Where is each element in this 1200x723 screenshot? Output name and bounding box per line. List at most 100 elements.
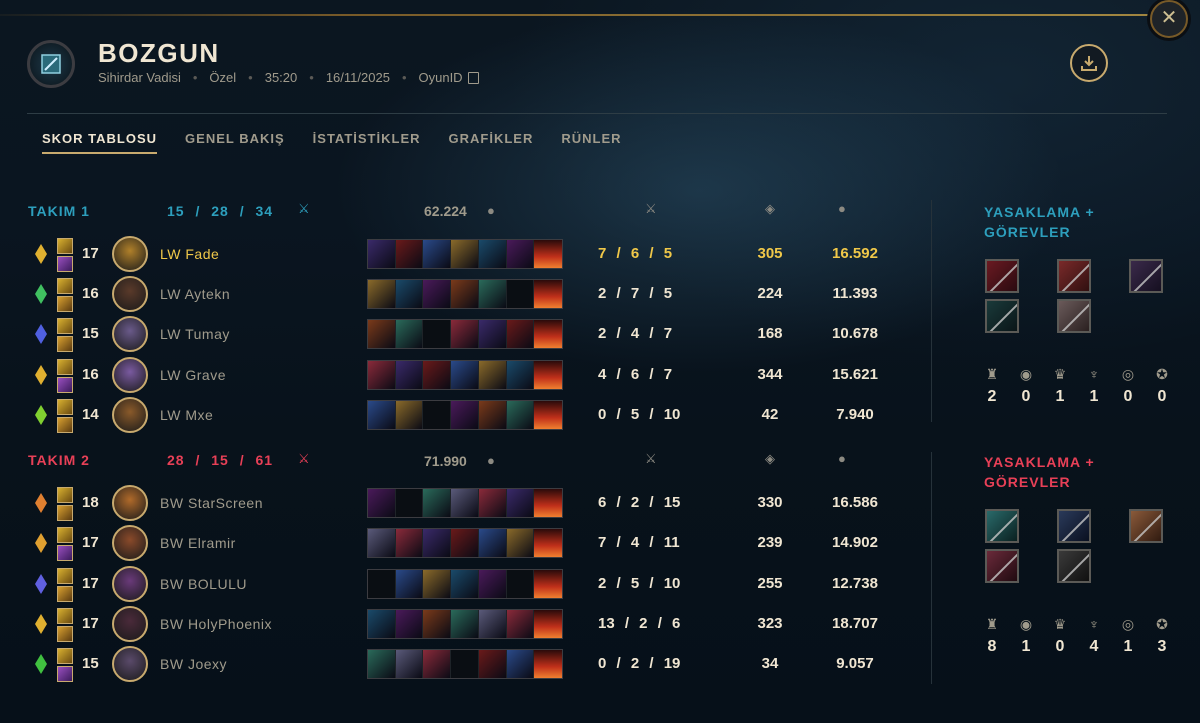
- item-icon[interactable]: [423, 240, 452, 268]
- player-name[interactable]: LW Mxe: [160, 407, 213, 423]
- player-name[interactable]: BW StarScreen: [160, 495, 263, 511]
- item-icon[interactable]: [395, 361, 424, 389]
- item-icon[interactable]: [451, 401, 479, 429]
- trinket-item-icon[interactable]: [534, 650, 563, 678]
- player-row[interactable]: 16 LW Grave 4 / 6 / 7 344 15.621: [0, 356, 930, 394]
- item-icon[interactable]: [478, 361, 507, 389]
- item-icon[interactable]: [395, 529, 424, 557]
- item-icon[interactable]: [368, 240, 396, 268]
- item-icon[interactable]: [368, 320, 396, 348]
- player-name[interactable]: BW HolyPhoenix: [160, 616, 272, 632]
- download-button[interactable]: [1070, 44, 1108, 82]
- item-icon[interactable]: [506, 401, 535, 429]
- item-icon[interactable]: [478, 489, 507, 517]
- item-icon[interactable]: [478, 240, 507, 268]
- player-row[interactable]: 14 LW Mxe 0 / 5 / 10 42 7.940: [0, 396, 930, 434]
- item-icon[interactable]: [423, 280, 452, 308]
- champion-portrait[interactable]: [112, 646, 148, 682]
- trinket-item-icon[interactable]: [534, 280, 563, 308]
- close-button[interactable]: ✕: [1150, 0, 1188, 38]
- trinket-item-icon[interactable]: [534, 529, 563, 557]
- item-icon[interactable]: [395, 570, 424, 598]
- tab-overview[interactable]: GENEL BAKIŞ: [185, 131, 285, 154]
- trinket-item-icon[interactable]: [534, 240, 563, 268]
- item-icon[interactable]: [368, 650, 396, 678]
- item-icon[interactable]: [423, 610, 452, 638]
- trinket-item-icon[interactable]: [534, 570, 563, 598]
- champion-portrait[interactable]: [112, 606, 148, 642]
- item-icon[interactable]: [478, 401, 507, 429]
- item-icon[interactable]: [423, 570, 452, 598]
- item-icon[interactable]: [478, 320, 507, 348]
- player-name[interactable]: BW BOLULU: [160, 576, 247, 592]
- item-icon[interactable]: [506, 240, 535, 268]
- tab-runes[interactable]: RÜNLER: [561, 131, 621, 154]
- item-icon[interactable]: [506, 650, 535, 678]
- empty-item-slot[interactable]: [451, 650, 479, 678]
- item-icon[interactable]: [506, 610, 535, 638]
- player-name[interactable]: LW Aytekn: [160, 286, 230, 302]
- tab-scoreboard[interactable]: SKOR TABLOSU: [42, 131, 158, 154]
- champion-portrait[interactable]: [112, 276, 148, 312]
- item-icon[interactable]: [478, 570, 507, 598]
- item-icon[interactable]: [451, 610, 479, 638]
- item-icon[interactable]: [423, 489, 452, 517]
- item-icon[interactable]: [451, 240, 479, 268]
- item-icon[interactable]: [395, 650, 424, 678]
- player-row[interactable]: 17 BW BOLULU 2 / 5 / 10 255 12.738: [0, 565, 930, 603]
- item-icon[interactable]: [395, 610, 424, 638]
- player-name[interactable]: LW Tumay: [160, 326, 230, 342]
- empty-item-slot[interactable]: [395, 489, 424, 517]
- item-icon[interactable]: [423, 529, 452, 557]
- item-icon[interactable]: [506, 361, 535, 389]
- item-icon[interactable]: [395, 240, 424, 268]
- empty-item-slot[interactable]: [506, 280, 535, 308]
- player-row[interactable]: 17 BW Elramir 7 / 4 / 11 239 14.902: [0, 524, 930, 562]
- player-name[interactable]: BW Elramir: [160, 535, 236, 551]
- item-icon[interactable]: [368, 280, 396, 308]
- item-icon[interactable]: [478, 529, 507, 557]
- champion-portrait[interactable]: [112, 397, 148, 433]
- item-icon[interactable]: [478, 280, 507, 308]
- item-icon[interactable]: [451, 320, 479, 348]
- empty-item-slot[interactable]: [506, 570, 535, 598]
- item-icon[interactable]: [368, 401, 396, 429]
- empty-item-slot[interactable]: [368, 570, 396, 598]
- item-icon[interactable]: [506, 489, 535, 517]
- item-icon[interactable]: [423, 361, 452, 389]
- item-icon[interactable]: [423, 650, 452, 678]
- player-name[interactable]: BW Joexy: [160, 656, 227, 672]
- champion-portrait[interactable]: [112, 316, 148, 352]
- item-icon[interactable]: [395, 280, 424, 308]
- item-icon[interactable]: [506, 320, 535, 348]
- champion-portrait[interactable]: [112, 525, 148, 561]
- player-name[interactable]: LW Grave: [160, 367, 226, 383]
- item-icon[interactable]: [395, 320, 424, 348]
- trinket-item-icon[interactable]: [534, 489, 563, 517]
- player-row[interactable]: 15 LW Tumay 2 / 4 / 7 168 10.678: [0, 315, 930, 353]
- champion-portrait[interactable]: [112, 566, 148, 602]
- player-row[interactable]: 15 BW Joexy 0 / 2 / 19 34 9.057: [0, 645, 930, 683]
- trinket-item-icon[interactable]: [534, 401, 563, 429]
- item-icon[interactable]: [451, 570, 479, 598]
- player-row[interactable]: 16 LW Aytekn 2 / 7 / 5 224 11.393: [0, 275, 930, 313]
- trinket-item-icon[interactable]: [534, 320, 563, 348]
- player-row[interactable]: 18 BW StarScreen 6 / 2 / 15 330 16.586: [0, 484, 930, 522]
- trinket-item-icon[interactable]: [534, 361, 563, 389]
- item-icon[interactable]: [478, 650, 507, 678]
- trinket-item-icon[interactable]: [534, 610, 563, 638]
- item-icon[interactable]: [506, 529, 535, 557]
- tab-graphs[interactable]: GRAFİKLER: [449, 131, 534, 154]
- item-icon[interactable]: [368, 610, 396, 638]
- item-icon[interactable]: [478, 610, 507, 638]
- item-icon[interactable]: [368, 529, 396, 557]
- item-icon[interactable]: [451, 280, 479, 308]
- player-row[interactable]: 17 BW HolyPhoenix 13 / 2 / 6 323 18.707: [0, 605, 930, 643]
- item-icon[interactable]: [368, 361, 396, 389]
- champion-portrait[interactable]: [112, 236, 148, 272]
- empty-item-slot[interactable]: [423, 401, 452, 429]
- item-icon[interactable]: [451, 361, 479, 389]
- item-icon[interactable]: [451, 529, 479, 557]
- player-name[interactable]: LW Fade: [160, 246, 219, 262]
- player-row[interactable]: 17 LW Fade 7 / 6 / 5 305 16.592: [0, 235, 930, 273]
